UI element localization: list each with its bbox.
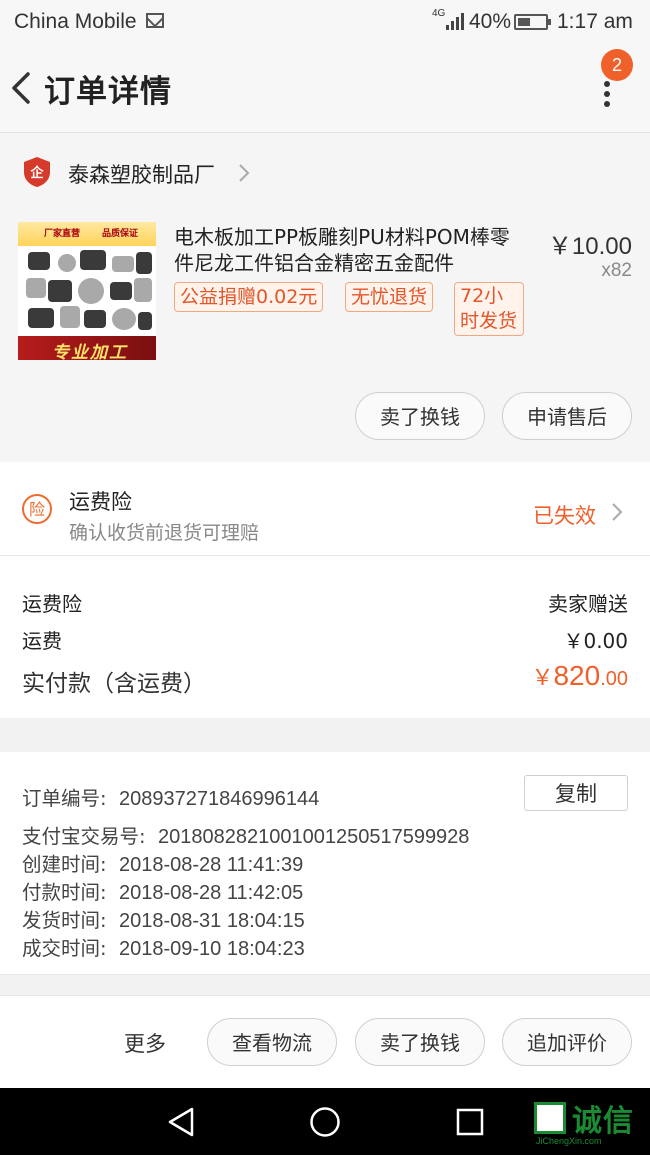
total-paid-label: 实付款（含运费） <box>22 671 206 697</box>
total-paid-amount: ￥820.00 <box>531 660 628 692</box>
chevron-right-icon <box>612 503 623 521</box>
sell-for-cash-button[interactable]: 卖了换钱 <box>355 392 485 440</box>
order-info: 订单编号: 208937271846996144 复制 支付宝交易号: 2018… <box>0 752 650 975</box>
alipay-trade-line: 支付宝交易号: 2018082821001001250517599928 <box>22 820 469 849</box>
fee-label-shipping: 运费 <box>22 629 62 653</box>
nav-recent-apps-icon[interactable] <box>456 1108 484 1136</box>
product-item: 厂家直营 品质保证 专业加工 电木板加工PP板雕刻PU材料POM棒零件尼龙工件铝… <box>0 210 650 462</box>
watermark-text: 诚信 <box>572 1104 634 1139</box>
product-price: ￥10.00 <box>547 233 632 260</box>
thumbnail-footer-text: 专业加工 <box>52 343 128 360</box>
fee-summary: 运费险 卖家赠送 运费 ￥0.00 实付款（含运费） ￥820.00 <box>0 556 650 718</box>
add-review-button[interactable]: 追加评价 <box>502 1018 632 1066</box>
status-bar: China Mobile 4G 40% 1:17 am <box>0 0 650 44</box>
battery-icon <box>514 14 551 30</box>
tag-72h-shipping: 72小时发货 <box>454 282 524 336</box>
thumbnail-banner-right: 品质保证 <box>102 229 139 239</box>
created-time-value: 2018-08-28 11:41:39 <box>118 854 304 876</box>
shipped-time-label: 发货时间: <box>22 909 107 932</box>
completed-time-label: 成交时间: <box>22 937 107 960</box>
copy-order-number-button[interactable]: 复制 <box>524 775 628 811</box>
thumbnail-banner-left: 厂家直营 <box>44 229 81 239</box>
alipay-trade-value: 2018082821001001250517599928 <box>157 826 470 848</box>
back-arrow-icon[interactable] <box>8 68 42 108</box>
bottom-action-bar: 更多 查看物流 卖了换钱 追加评价 <box>0 995 650 1089</box>
total-currency: ￥ <box>531 665 554 690</box>
battery-percent: 40% <box>469 10 512 33</box>
tag-free-return: 无忧退货 <box>345 282 434 312</box>
completed-time-line: 成交时间: 2018-09-10 18:04:23 <box>22 932 305 961</box>
after-sales-button[interactable]: 申请售后 <box>502 392 632 440</box>
product-thumbnail[interactable]: 厂家直营 品质保证 专业加工 <box>18 222 156 360</box>
chevron-right-icon <box>239 164 250 182</box>
watermark-domain: JiChengXin.com <box>536 1136 602 1146</box>
watermark-logo: 诚信 JiChengXin.com <box>532 1096 650 1146</box>
status-time: 1:17 am <box>557 10 633 33</box>
carrier-name: China Mobile <box>14 10 137 33</box>
insurance-title: 运费险 <box>69 490 132 514</box>
paid-time-line: 付款时间: 2018-08-28 11:42:05 <box>22 876 303 905</box>
completed-time-value: 2018-09-10 18:04:23 <box>118 938 305 960</box>
thumbnail-banner: 厂家直营 品质保证 <box>18 222 156 246</box>
shipping-insurance-row[interactable]: 险 运费险 确认收货前退货可理赔 已失效 <box>0 462 650 556</box>
notification-badge: 2 <box>601 49 633 81</box>
sell-for-cash-bottom-button[interactable]: 卖了换钱 <box>355 1018 485 1066</box>
mail-notification-icon <box>146 13 164 28</box>
thumbnail-footer: 专业加工 <box>18 336 156 360</box>
product-title[interactable]: 电木板加工PP板雕刻PU材料POM棒零件尼龙工件铝合金精密五金配件 <box>174 224 524 276</box>
paid-time-label: 付款时间: <box>22 881 107 904</box>
nav-back-icon[interactable] <box>166 1106 196 1138</box>
signal-icon <box>446 13 464 30</box>
page-title: 订单详情 <box>44 74 172 110</box>
order-number-label: 订单编号: <box>22 787 107 810</box>
alipay-trade-label: 支付宝交易号: <box>22 825 146 848</box>
watermark-mark-icon <box>534 1102 566 1134</box>
fee-value-shipping: ￥0.00 <box>563 629 628 653</box>
shop-name: 泰森塑胶制品厂 <box>68 163 215 187</box>
total-integer: 820 <box>553 660 601 691</box>
order-number-value: 208937271846996144 <box>118 788 320 810</box>
fee-value-insurance: 卖家赠送 <box>548 592 628 616</box>
insurance-subtitle: 确认收货前退货可理赔 <box>69 522 260 544</box>
fee-label-insurance: 运费险 <box>22 592 82 616</box>
svg-text:企: 企 <box>29 165 44 181</box>
shop-row[interactable]: 企 泰森塑胶制品厂 <box>0 132 650 211</box>
view-logistics-button[interactable]: 查看物流 <box>207 1018 337 1066</box>
insurance-icon: 险 <box>22 494 52 524</box>
created-time-line: 创建时间: 2018-08-28 11:41:39 <box>22 848 303 877</box>
network-type-label: 4G <box>432 8 446 19</box>
created-time-label: 创建时间: <box>22 853 107 876</box>
enterprise-shop-icon: 企 <box>24 157 50 187</box>
nav-home-icon[interactable] <box>309 1106 341 1138</box>
total-decimal: .00 <box>600 668 628 690</box>
tag-charity: 公益捐赠0.02元 <box>174 282 324 312</box>
product-quantity: x82 <box>601 260 632 281</box>
shipped-time-line: 发货时间: 2018-08-31 18:04:15 <box>22 904 305 933</box>
order-number-line: 订单编号: 208937271846996144 <box>22 782 319 811</box>
app-header: 订单详情 2 <box>0 44 650 132</box>
shipped-time-value: 2018-08-31 18:04:15 <box>118 910 305 932</box>
system-nav-bar: 诚信 JiChengXin.com <box>0 1088 650 1155</box>
more-actions-button[interactable]: 更多 <box>124 1028 166 1058</box>
paid-time-value: 2018-08-28 11:42:05 <box>118 882 304 904</box>
insurance-status: 已失效 <box>533 504 596 528</box>
